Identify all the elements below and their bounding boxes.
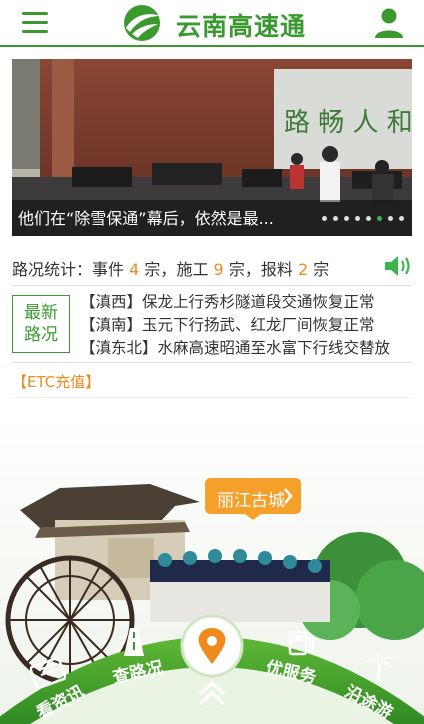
road-stats: 路况统计：事件 4 宗，施工 9 宗，报料 2 宗 — [12, 260, 330, 279]
divider — [12, 285, 412, 286]
palm-tree-icon[interactable] — [362, 650, 396, 684]
service-icon[interactable] — [286, 626, 318, 658]
banner-dot[interactable] — [355, 216, 360, 221]
app-header: 云南高速通 — [0, 0, 424, 47]
news-item[interactable]: 【滇东北】水麻高速昭通至水富下行线交替放 — [80, 337, 416, 360]
hamburger-menu-icon[interactable] — [22, 12, 48, 34]
divider — [12, 397, 412, 398]
construction-unit: 宗 — [228, 260, 245, 279]
report-label: 报料 — [260, 260, 293, 279]
incident-unit: 宗 — [144, 260, 161, 279]
scroll-up-icon[interactable] — [196, 680, 228, 710]
app-logo — [124, 5, 160, 41]
app-title: 云南高速通 — [176, 12, 307, 41]
report-count[interactable]: 2 — [298, 260, 308, 279]
scenic-spot-label[interactable]: 丽江古城 — [217, 486, 285, 511]
etc-recharge-link[interactable]: 【ETC充值】 — [12, 371, 100, 392]
stats-label: 路况统计： — [12, 260, 93, 279]
banner-dot[interactable] — [399, 216, 404, 221]
map-pin-icon[interactable] — [184, 618, 240, 674]
divider — [12, 362, 412, 363]
svg-text:路 畅 人 和: 路 畅 人 和 — [284, 108, 412, 138]
banner-dot[interactable] — [377, 216, 382, 221]
user-icon[interactable] — [372, 6, 406, 40]
banner-dot[interactable] — [388, 216, 393, 221]
report-unit: 宗 — [313, 260, 330, 279]
banner-dot[interactable] — [366, 216, 371, 221]
banner-dot[interactable] — [333, 216, 338, 221]
construction-count[interactable]: 9 — [214, 260, 224, 279]
news-item[interactable]: 【滇南】玉元下行扬武、红龙厂间恢复正常 — [80, 314, 416, 337]
latest-traffic-badge: 最新 路况 — [12, 295, 70, 353]
traffic-news-list: 【滇西】保龙上行秀杉隧道段交通恢复正常 【滇南】玉元下行扬武、红龙厂间恢复正常 … — [80, 291, 416, 360]
news-item[interactable]: 【滇西】保龙上行秀杉隧道段交通恢复正常 — [80, 291, 416, 314]
construction-label: 施工 — [176, 260, 209, 279]
speaker-icon[interactable] — [383, 254, 413, 278]
news-icon[interactable] — [30, 658, 66, 688]
banner-dot[interactable] — [344, 216, 349, 221]
news-banner[interactable]: 路 畅 人 和 他们在“除雪保通”幕后，依然是最... — [12, 59, 412, 236]
road-icon[interactable] — [118, 626, 150, 658]
banner-caption[interactable]: 他们在“除雪保通”幕后，依然是最... — [18, 205, 318, 229]
banner-dot[interactable] — [322, 216, 327, 221]
badge-line-2: 路况 — [24, 325, 58, 345]
banner-pagination — [322, 216, 404, 221]
incident-count[interactable]: 4 — [129, 260, 139, 279]
badge-line-1: 最新 — [24, 303, 58, 323]
incident-label: 事件 — [92, 260, 125, 279]
